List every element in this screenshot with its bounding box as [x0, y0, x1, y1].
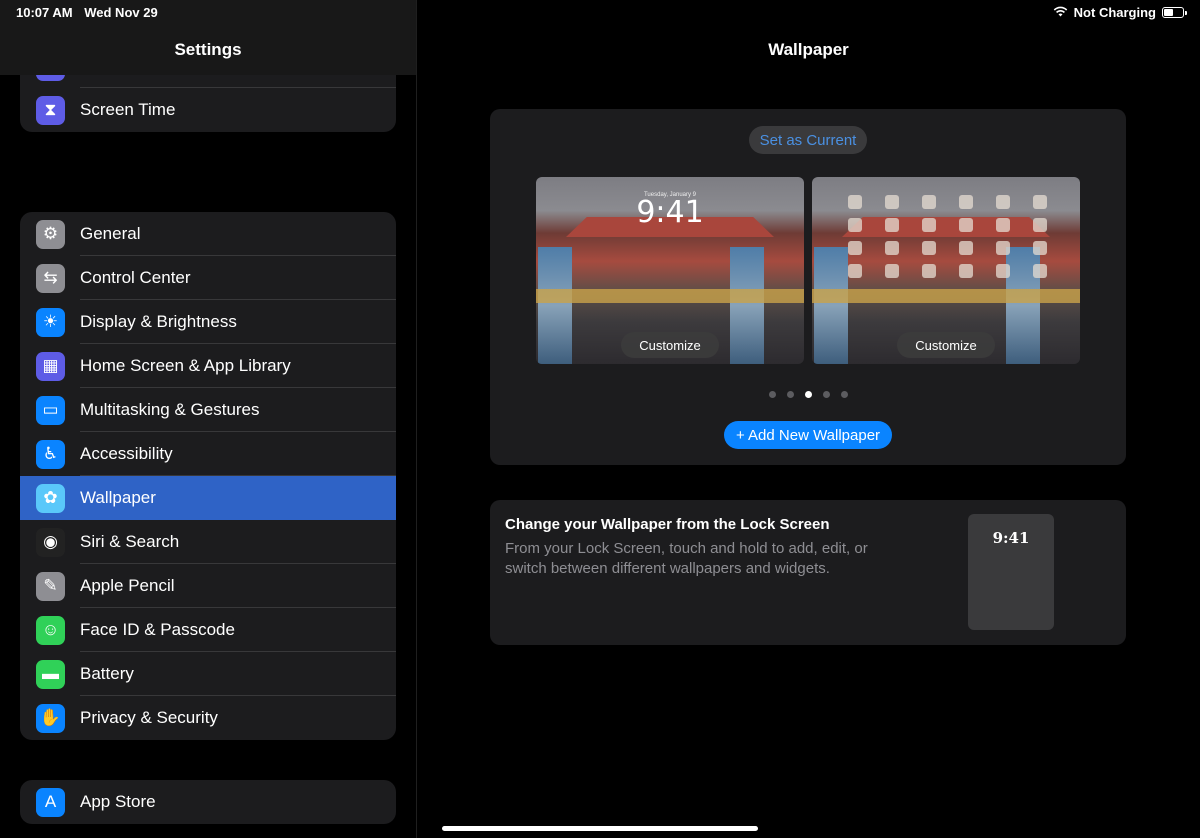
- sidebar-item-label: Face ID & Passcode: [80, 620, 235, 639]
- page-dot[interactable]: [768, 391, 776, 398]
- hourglass-icon: ⧗: [36, 95, 65, 125]
- wifi-icon: [1053, 5, 1068, 20]
- page-dot[interactable]: [786, 391, 794, 398]
- tip-title: Change your Wallpaper from the Lock Scre…: [505, 516, 830, 533]
- sidebar-item-control-center[interactable]: ⇆ Control Center: [20, 256, 396, 300]
- status-date: Wed Nov 29: [84, 5, 158, 20]
- sidebar-item-app-store[interactable]: A App Store: [20, 780, 396, 824]
- sidebar-item-label: Screen Time: [80, 100, 176, 119]
- sidebar-item-label: App Store: [80, 792, 156, 811]
- app-store-icon: A: [36, 787, 65, 817]
- status-bar-left: 10:07 AM Wed Nov 29: [16, 5, 166, 20]
- sidebar-item-multitasking-gestures[interactable]: ▭ Multitasking & Gestures: [20, 388, 396, 432]
- status-time: 10:07 AM: [16, 5, 73, 20]
- home-indicator[interactable]: [442, 826, 758, 831]
- page-indicator[interactable]: [490, 391, 1126, 398]
- sidebar-item-label: Wallpaper: [80, 488, 156, 507]
- siri-icon: ◉: [36, 527, 65, 557]
- page-title: Wallpaper: [768, 40, 849, 59]
- settings-group-store: A App Store: [20, 780, 396, 824]
- page-dot[interactable]: [840, 391, 848, 398]
- app-icon-grid: [848, 195, 1047, 278]
- sidebar-title: Settings: [174, 40, 242, 59]
- toggles-icon: ⇆: [36, 263, 65, 293]
- sidebar-item-general[interactable]: ⚙ General: [20, 212, 396, 256]
- battery-icon: [1162, 7, 1187, 18]
- sidebar-item-label: Display & Brightness: [80, 312, 237, 331]
- battery-icon: ▬: [36, 659, 65, 689]
- customize-lock-button[interactable]: Customize: [621, 332, 719, 358]
- sidebar: Settings ☾Focus⧗Screen Time ⚙General⇆Con…: [0, 0, 417, 838]
- sidebar-item-label: General: [80, 224, 141, 243]
- set-as-current-button[interactable]: Set as Current: [749, 126, 867, 154]
- sidebar-item-label: Home Screen & App Library: [80, 356, 291, 375]
- sidebar-item-siri-search[interactable]: ◉ Siri & Search: [20, 520, 396, 564]
- sidebar-item-display-brightness[interactable]: ☀ Display & Brightness: [20, 300, 396, 344]
- flower-icon: ✿: [36, 483, 65, 513]
- sidebar-item-privacy-security[interactable]: ✋ Privacy & Security: [20, 696, 396, 740]
- accessibility-icon: ♿: [36, 439, 65, 469]
- sidebar-item-home-screen-app-library[interactable]: ▦ Home Screen & App Library: [20, 344, 396, 388]
- lock-clock: 9:41: [636, 195, 704, 230]
- settings-group-general: ⚙ General ⇆ Control Center ☀ Display & Bright…: [20, 212, 396, 740]
- multitasking-icon: ▭: [36, 395, 65, 425]
- page-dot[interactable]: [822, 391, 830, 398]
- sidebar-item-accessibility[interactable]: ♿ Accessibility: [20, 432, 396, 476]
- sidebar-item-label: Control Center: [80, 268, 191, 287]
- sidebar-item-label: Privacy & Security: [80, 708, 218, 727]
- sidebar-item-apple-pencil[interactable]: ✎ Apple Pencil: [20, 564, 396, 608]
- wallpaper-card: Set as Current Tuesday, January 9 9:41 C…: [490, 109, 1126, 465]
- sidebar-item-wallpaper[interactable]: ✿ Wallpaper: [20, 476, 396, 520]
- lock-screen-preview[interactable]: Tuesday, January 9 9:41 Customize: [536, 177, 804, 364]
- charging-status: Not Charging: [1073, 5, 1156, 20]
- home-screen-preview[interactable]: Customize: [812, 177, 1080, 364]
- hand-icon: ✋: [36, 703, 65, 733]
- face-id-icon: ☺: [36, 615, 65, 645]
- sidebar-item-label: Siri & Search: [80, 532, 180, 551]
- gear-icon: ⚙: [36, 219, 65, 249]
- customize-home-button[interactable]: Customize: [897, 332, 995, 358]
- sidebar-item-label: Multitasking & Gestures: [80, 400, 260, 419]
- add-new-wallpaper-button[interactable]: + Add New Wallpaper: [724, 421, 892, 449]
- sidebar-item-label: Battery: [80, 664, 134, 683]
- sidebar-item-label: Accessibility: [80, 444, 173, 463]
- pencil-icon: ✎: [36, 571, 65, 601]
- sidebar-item-label: Apple Pencil: [80, 576, 175, 595]
- sidebar-item-battery[interactable]: ▬ Battery: [20, 652, 396, 696]
- lock-screen-tip-card: Change your Wallpaper from the Lock Scre…: [490, 500, 1126, 645]
- phone-preview-time: 9:41: [992, 529, 1030, 547]
- tip-text: From your Lock Screen, touch and hold to…: [505, 540, 868, 577]
- status-bar-right: Not Charging: [1053, 5, 1187, 20]
- sidebar-item-face-id-passcode[interactable]: ☺ Face ID & Passcode: [20, 608, 396, 652]
- sun-icon: ☀: [36, 307, 65, 337]
- page-dot[interactable]: [804, 391, 812, 398]
- app-grid-icon: ▦: [36, 351, 65, 381]
- phone-preview: 9:41: [968, 514, 1054, 630]
- sidebar-item-screen-time[interactable]: ⧗ Screen Time: [20, 88, 396, 132]
